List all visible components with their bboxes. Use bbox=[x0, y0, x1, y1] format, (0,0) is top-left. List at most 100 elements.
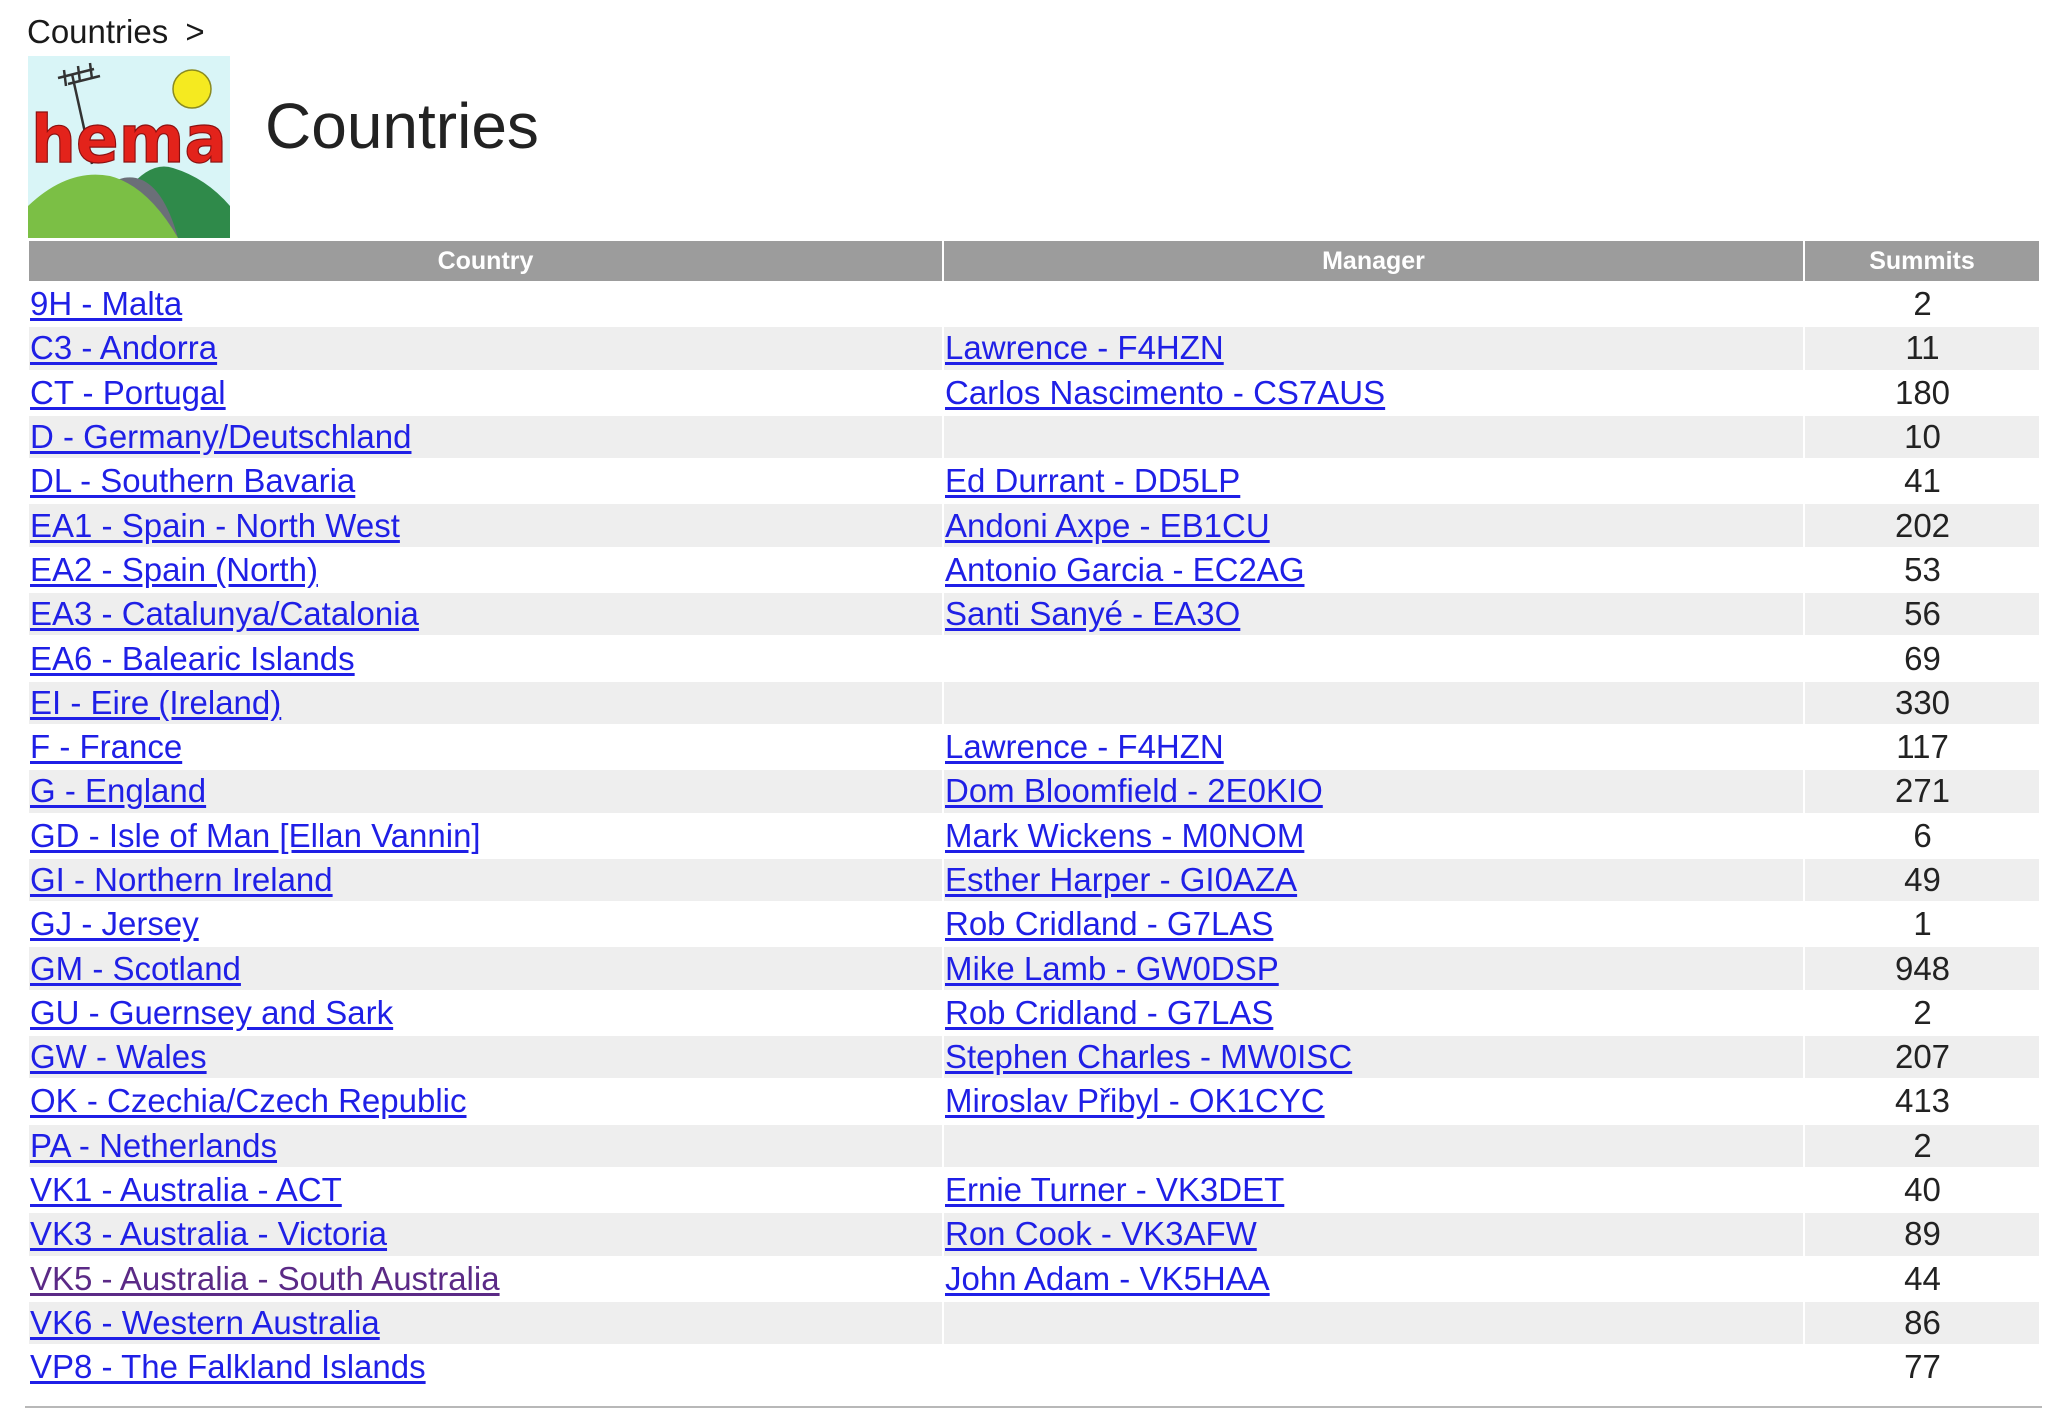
hema-logo: hema bbox=[28, 56, 230, 238]
summits-count: 77 bbox=[1805, 1346, 2039, 1389]
breadcrumb-item-countries[interactable]: Countries bbox=[27, 13, 168, 50]
manager-link[interactable]: Mark Wickens - M0NOM bbox=[945, 817, 1304, 854]
country-link[interactable]: EI - Eire (Ireland) bbox=[30, 684, 281, 721]
country-link[interactable]: VK5 - Australia - South Australia bbox=[30, 1260, 500, 1297]
manager-cell: Miroslav Přibyl - OK1CYC bbox=[944, 1080, 1803, 1123]
manager-link[interactable]: Antonio Garcia - EC2AG bbox=[945, 551, 1305, 588]
summits-count: 2 bbox=[1805, 1124, 2039, 1167]
countries-table: Country Manager Summits 9H - Malta 2 C3 - … bbox=[27, 239, 2041, 1390]
manager-cell bbox=[944, 1346, 1803, 1389]
country-link[interactable]: VP8 - The Falkland Islands bbox=[30, 1348, 426, 1385]
table-row: OK - Czechia/Czech Republic Miroslav Přib… bbox=[29, 1080, 2039, 1123]
country-link[interactable]: GW - Wales bbox=[30, 1038, 207, 1075]
table-row: F - France Lawrence - F4HZN 117 bbox=[29, 725, 2039, 769]
table-row: EA1 - Spain - North West Andoni Axpe - EB… bbox=[29, 504, 2039, 547]
column-header-country[interactable]: Country bbox=[29, 241, 942, 281]
country-cell: VK5 - Australia - South Australia bbox=[29, 1257, 942, 1300]
country-cell: OK - Czechia/Czech Republic bbox=[29, 1080, 942, 1123]
country-link[interactable]: GD - Isle of Man [Ellan Vannin] bbox=[30, 817, 481, 854]
manager-link[interactable]: Andoni Axpe - EB1CU bbox=[945, 507, 1270, 544]
manager-link[interactable]: Lawrence - F4HZN bbox=[945, 329, 1224, 366]
table-row: EI - Eire (Ireland) 330 bbox=[29, 681, 2039, 724]
summits-count: 413 bbox=[1805, 1080, 2039, 1123]
column-header-manager[interactable]: Manager bbox=[944, 241, 1803, 281]
manager-cell bbox=[944, 1301, 1803, 1345]
country-cell: DL - Southern Bavaria bbox=[29, 460, 942, 503]
manager-cell: John Adam - VK5HAA bbox=[944, 1257, 1803, 1300]
manager-cell bbox=[944, 1124, 1803, 1167]
manager-link[interactable]: Lawrence - F4HZN bbox=[945, 728, 1224, 765]
country-link[interactable]: G - England bbox=[30, 772, 206, 809]
country-link[interactable]: VK1 - Australia - ACT bbox=[30, 1171, 342, 1208]
summits-count: 40 bbox=[1805, 1168, 2039, 1212]
summits-count: 948 bbox=[1805, 947, 2039, 990]
country-link[interactable]: D - Germany/Deutschland bbox=[30, 418, 411, 455]
summits-count: 180 bbox=[1805, 371, 2039, 414]
summits-count: 117 bbox=[1805, 725, 2039, 769]
manager-link[interactable]: John Adam - VK5HAA bbox=[945, 1260, 1270, 1297]
manager-link[interactable]: Rob Cridland - G7LAS bbox=[945, 905, 1273, 942]
country-link[interactable]: DL - Southern Bavaria bbox=[30, 462, 355, 499]
manager-link[interactable]: Miroslav Přibyl - OK1CYC bbox=[945, 1082, 1325, 1119]
country-cell: GJ - Jersey bbox=[29, 903, 942, 946]
country-link[interactable]: F - France bbox=[30, 728, 182, 765]
country-link[interactable]: EA3 - Catalunya/Catalonia bbox=[30, 595, 419, 632]
manager-link[interactable]: Esther Harper - GI0AZA bbox=[945, 861, 1297, 898]
table-row: GJ - Jersey Rob Cridland - G7LAS 1 bbox=[29, 903, 2039, 946]
manager-cell: Stephen Charles - MW0ISC bbox=[944, 1036, 1803, 1079]
table-header-row: Country Manager Summits bbox=[29, 241, 2039, 281]
country-link[interactable]: C3 - Andorra bbox=[30, 329, 217, 366]
manager-link[interactable]: Dom Bloomfield - 2E0KIO bbox=[945, 772, 1323, 809]
manager-link[interactable]: Carlos Nascimento - CS7AUS bbox=[945, 374, 1385, 411]
country-cell: G - England bbox=[29, 770, 942, 813]
country-link[interactable]: VK3 - Australia - Victoria bbox=[30, 1215, 387, 1252]
logo-text: hema bbox=[31, 101, 227, 178]
page-title: Countries bbox=[265, 90, 539, 162]
bottom-divider bbox=[25, 1406, 2042, 1408]
manager-link[interactable]: Mike Lamb - GW0DSP bbox=[945, 950, 1279, 987]
manager-link[interactable]: Stephen Charles - MW0ISC bbox=[945, 1038, 1352, 1075]
manager-cell: Andoni Axpe - EB1CU bbox=[944, 504, 1803, 547]
country-cell: C3 - Andorra bbox=[29, 327, 942, 370]
manager-cell: Ed Durrant - DD5LP bbox=[944, 460, 1803, 503]
table-row: EA2 - Spain (North) Antonio Garcia - EC2A… bbox=[29, 548, 2039, 592]
manager-cell: Esther Harper - GI0AZA bbox=[944, 858, 1803, 902]
country-link[interactable]: 9H - Malta bbox=[30, 285, 182, 322]
manager-link[interactable]: Santi Sanyé - EA3O bbox=[945, 595, 1240, 632]
country-link[interactable]: GU - Guernsey and Sark bbox=[30, 994, 393, 1031]
country-cell: VP8 - The Falkland Islands bbox=[29, 1346, 942, 1389]
manager-cell: Rob Cridland - G7LAS bbox=[944, 903, 1803, 946]
country-link[interactable]: GJ - Jersey bbox=[30, 905, 199, 942]
country-link[interactable]: CT - Portugal bbox=[30, 374, 226, 411]
country-link[interactable]: OK - Czechia/Czech Republic bbox=[30, 1082, 467, 1119]
manager-cell bbox=[944, 415, 1803, 459]
manager-cell: Ron Cook - VK3AFW bbox=[944, 1213, 1803, 1256]
manager-cell: Santi Sanyé - EA3O bbox=[944, 593, 1803, 636]
breadcrumb-separator: > bbox=[185, 13, 205, 50]
country-link[interactable]: EA6 - Balearic Islands bbox=[30, 640, 355, 677]
country-cell: EA3 - Catalunya/Catalonia bbox=[29, 593, 942, 636]
country-link[interactable]: GM - Scotland bbox=[30, 950, 241, 987]
country-cell: EI - Eire (Ireland) bbox=[29, 681, 942, 724]
manager-cell bbox=[944, 681, 1803, 724]
country-link[interactable]: VK6 - Western Australia bbox=[30, 1304, 380, 1341]
table-row: G - England Dom Bloomfield - 2E0KIO 271 bbox=[29, 770, 2039, 813]
table-row: GI - Northern Ireland Esther Harper - GI0… bbox=[29, 858, 2039, 902]
country-cell: D - Germany/Deutschland bbox=[29, 415, 942, 459]
country-link[interactable]: EA2 - Spain (North) bbox=[30, 551, 318, 588]
country-link[interactable]: EA1 - Spain - North West bbox=[30, 507, 400, 544]
manager-link[interactable]: Ron Cook - VK3AFW bbox=[945, 1215, 1257, 1252]
manager-link[interactable]: Ed Durrant - DD5LP bbox=[945, 462, 1240, 499]
table-row: PA - Netherlands 2 bbox=[29, 1124, 2039, 1167]
summits-count: 1 bbox=[1805, 903, 2039, 946]
country-link[interactable]: GI - Northern Ireland bbox=[30, 861, 333, 898]
summits-count: 2 bbox=[1805, 991, 2039, 1035]
manager-cell: Lawrence - F4HZN bbox=[944, 725, 1803, 769]
country-link[interactable]: PA - Netherlands bbox=[30, 1127, 277, 1164]
table-row: VK5 - Australia - South Australia John Ad… bbox=[29, 1257, 2039, 1300]
table-row: EA6 - Balearic Islands 69 bbox=[29, 637, 2039, 680]
manager-link[interactable]: Rob Cridland - G7LAS bbox=[945, 994, 1273, 1031]
manager-link[interactable]: Ernie Turner - VK3DET bbox=[945, 1171, 1284, 1208]
country-cell: GD - Isle of Man [Ellan Vannin] bbox=[29, 814, 942, 857]
column-header-summits[interactable]: Summits bbox=[1805, 241, 2039, 281]
